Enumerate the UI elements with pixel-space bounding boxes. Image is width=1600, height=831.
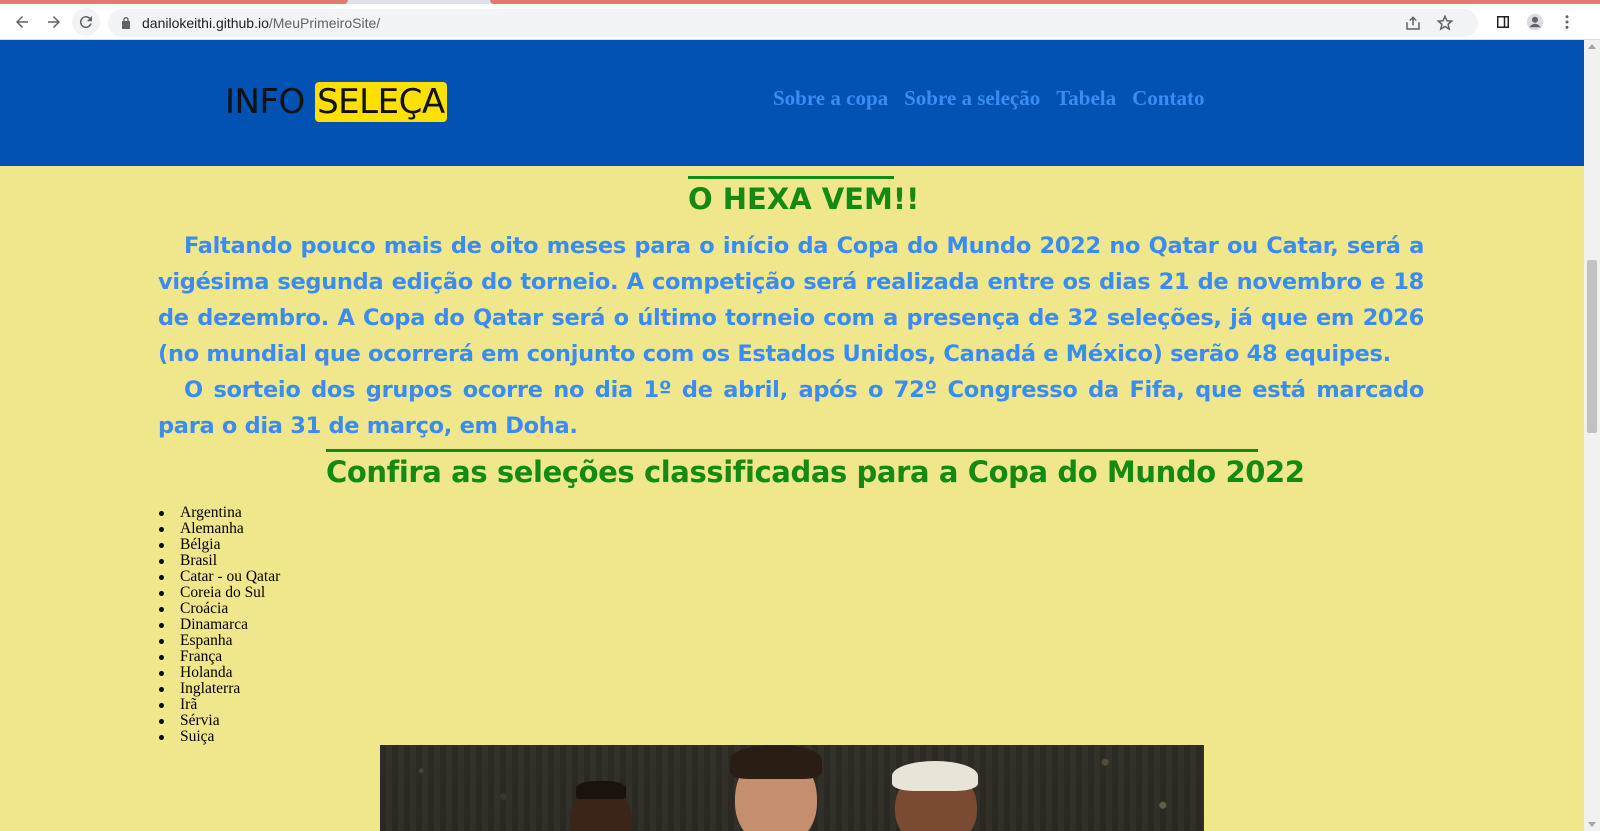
url-path: /MeuPrimeiroSite/: [268, 15, 381, 31]
nav-link-sobre-a-selecao[interactable]: Sobre a seleção: [904, 86, 1040, 111]
back-icon: [16, 16, 28, 28]
address-bar[interactable]: danilokeithi.github.io/MeuPrimeiroSite/: [108, 9, 1478, 37]
main-nav: Sobre a copa Sobre a seleção Tabela Cont…: [773, 86, 1204, 111]
logo-text: INFO: [225, 82, 305, 122]
browser-menu-button[interactable]: [1553, 8, 1581, 36]
paragraph: Faltando pouco mais de oito meses para o…: [158, 233, 1424, 367]
player-hair: [892, 761, 978, 791]
article-text: Faltando pouco mais de oito meses para o…: [158, 228, 1424, 444]
list-item: Croácia: [158, 601, 280, 617]
scroll-down-icon[interactable]: [1588, 822, 1596, 827]
list-item: Coreia do Sul: [158, 585, 280, 601]
logo-highlight-text: SELEÇA: [315, 82, 447, 122]
teams-list: Argentina Alemanha Bélgia Brasil Catar -…: [158, 505, 280, 745]
list-item: Catar - ou Qatar: [158, 569, 280, 585]
site-header: INFO SELEÇA Sobre a copa Sobre a seleção…: [0, 40, 1584, 166]
list-item: Alemanha: [158, 521, 280, 537]
profile-button[interactable]: [1521, 8, 1549, 36]
browser-toolbar: danilokeithi.github.io/MeuPrimeiroSite/: [0, 4, 1600, 40]
scrollbar-thumb[interactable]: [1587, 260, 1597, 433]
list-item: Sérvia: [158, 713, 280, 729]
reload-icon: [79, 16, 92, 29]
team-photo: [380, 745, 1204, 831]
list-item: Dinamarca: [158, 617, 280, 633]
profile-icon: [1526, 13, 1544, 31]
list-item: Irã: [158, 697, 280, 713]
star-icon[interactable]: [1436, 14, 1454, 32]
forward-icon: [48, 16, 60, 28]
scroll-up-icon[interactable]: [1588, 44, 1596, 49]
share-icon[interactable]: [1404, 14, 1422, 32]
list-item: Brasil: [158, 553, 280, 569]
menu-icon: [1565, 15, 1569, 29]
list-item: Espanha: [158, 633, 280, 649]
list-item: Suiça: [158, 729, 280, 745]
side-panel-icon: [1497, 16, 1509, 28]
main-heading: O HEXA VEM!!: [688, 176, 919, 217]
forward-button[interactable]: [40, 8, 68, 36]
teams-heading: Confira as seleções classificadas para a…: [326, 449, 1305, 490]
url-text[interactable]: danilokeithi.github.io/MeuPrimeiroSite/: [142, 15, 380, 31]
list-item: Inglaterra: [158, 681, 280, 697]
nav-link-contato[interactable]: Contato: [1132, 86, 1204, 111]
lock-icon[interactable]: [118, 15, 134, 31]
paragraph: O sorteio dos grupos ocorre no dia 1º de…: [158, 377, 1424, 439]
side-panel-button[interactable]: [1489, 8, 1517, 36]
page-scrollbar[interactable]: [1584, 40, 1600, 831]
list-item: Bélgia: [158, 537, 280, 553]
list-item: Argentina: [158, 505, 280, 521]
nav-link-sobre-a-copa[interactable]: Sobre a copa: [773, 86, 888, 111]
nav-link-tabela[interactable]: Tabela: [1056, 86, 1116, 111]
page-viewport: INFO SELEÇA Sobre a copa Sobre a seleção…: [0, 40, 1584, 831]
list-item: Holanda: [158, 665, 280, 681]
player-hair: [730, 745, 822, 779]
reload-button[interactable]: [72, 8, 100, 36]
player-hair: [576, 781, 626, 799]
site-logo[interactable]: INFO SELEÇA: [225, 82, 447, 122]
list-item: França: [158, 649, 280, 665]
back-button[interactable]: [8, 8, 36, 36]
url-host: danilokeithi.github.io: [142, 15, 269, 31]
